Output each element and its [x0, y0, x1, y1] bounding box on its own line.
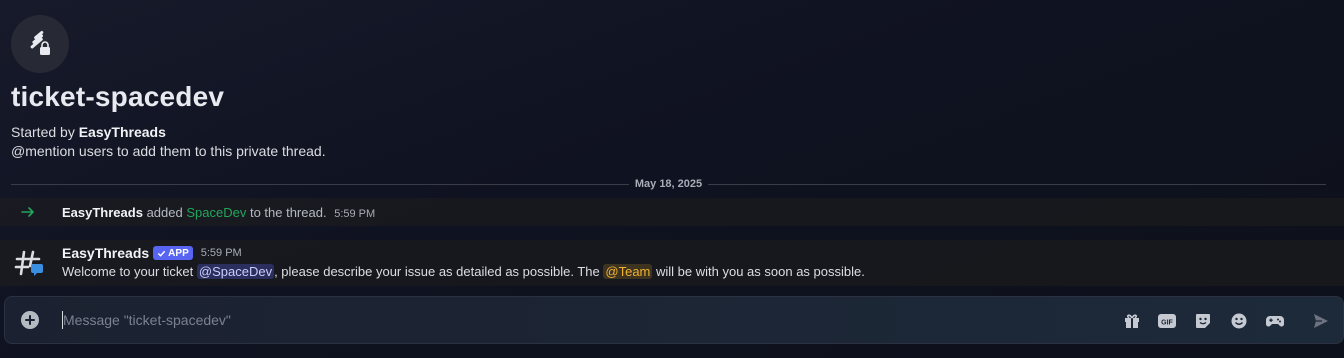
chat-message: EasyThreads APP 5:59 PM Welcome to your …: [0, 240, 1344, 286]
svg-text:GIF: GIF: [1161, 320, 1173, 327]
message-text-1: Welcome to your ticket: [62, 264, 194, 279]
hash-bubble-icon[interactable]: [14, 248, 44, 278]
divider-date: May 18, 2025: [634, 178, 703, 190]
role-mention[interactable]: @Team: [603, 264, 653, 279]
gift-icon[interactable]: [1122, 311, 1142, 331]
app-badge-label: APP: [168, 247, 189, 259]
message-timestamp[interactable]: 5:59 PM: [201, 247, 242, 259]
system-actor[interactable]: EasyThreads: [62, 205, 143, 220]
system-suffix: to the thread.: [249, 205, 327, 220]
system-timestamp[interactable]: 5:59 PM: [334, 208, 375, 220]
system-target[interactable]: SpaceDev: [186, 205, 246, 220]
verified-check-icon: [158, 250, 166, 257]
gif-icon[interactable]: GIF: [1157, 311, 1177, 331]
divider-line-right: [708, 183, 1326, 185]
message-text-2: , please describe your issue as detailed…: [274, 264, 600, 279]
message-author[interactable]: EasyThreads: [62, 245, 149, 261]
page-title: ticket-spacedev: [11, 81, 225, 112]
thread-header: ticket-spacedev Started by EasyThreads @…: [11, 15, 326, 159]
thread-hint: @mention users to add them to this priva…: [11, 143, 326, 159]
message-text-3: will be with you as soon as possible.: [656, 264, 865, 279]
started-by: Started by EasyThreads: [11, 124, 326, 140]
divider-line-left: [11, 183, 629, 185]
system-message: EasyThreads added SpaceDev to the thread…: [0, 198, 1344, 226]
message-composer: GIF: [4, 296, 1344, 344]
system-verb: added: [146, 205, 183, 220]
emoji-icon[interactable]: [1229, 311, 1249, 331]
thread-lock-icon: [11, 15, 69, 73]
join-arrow-icon: [20, 204, 36, 225]
started-by-prefix: Started by: [11, 124, 75, 140]
starter-name[interactable]: EasyThreads: [79, 124, 166, 140]
message-input[interactable]: [63, 307, 1063, 333]
date-divider: May 18, 2025: [11, 176, 1326, 192]
system-message-text: EasyThreads added SpaceDev to the thread…: [62, 205, 375, 220]
message-header: EasyThreads APP 5:59 PM: [62, 245, 242, 261]
activity-icon[interactable]: [1265, 311, 1285, 331]
upload-plus-icon[interactable]: [21, 311, 39, 329]
send-icon[interactable]: [1311, 311, 1331, 331]
user-mention[interactable]: @SpaceDev: [196, 264, 275, 279]
app-badge: APP: [153, 246, 193, 260]
message-content: Welcome to your ticket @SpaceDev, please…: [62, 264, 865, 279]
sticker-icon[interactable]: [1193, 311, 1213, 331]
